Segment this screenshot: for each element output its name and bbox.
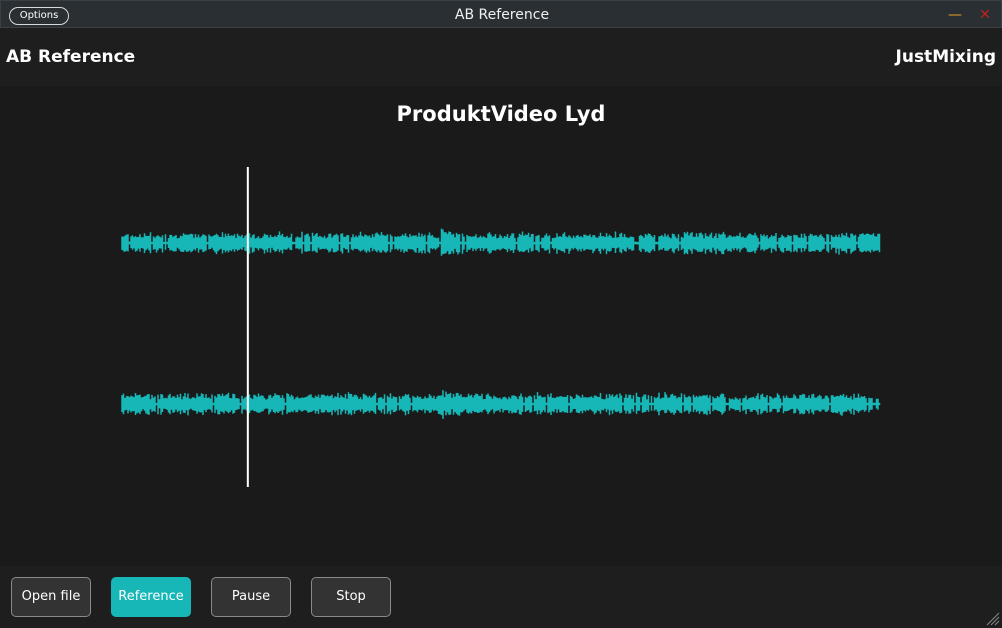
stop-button[interactable]: Stop bbox=[311, 577, 391, 617]
track-title: ProduktVideo Lyd bbox=[396, 102, 606, 126]
waveform-display[interactable] bbox=[0, 86, 1002, 566]
brand-name: JustMixing bbox=[895, 47, 996, 67]
options-button[interactable]: Options bbox=[9, 7, 69, 25]
waveform-panel[interactable]: ProduktVideo Lyd bbox=[0, 86, 1002, 566]
waveform-channel-left bbox=[121, 228, 881, 256]
reference-button[interactable]: Reference bbox=[111, 577, 191, 617]
transport-controls: Open file Reference Pause Stop bbox=[0, 566, 1002, 628]
open-file-button[interactable]: Open file bbox=[11, 577, 91, 617]
app-header: AB Reference JustMixing bbox=[0, 28, 1002, 86]
minimize-icon[interactable]: — bbox=[947, 5, 963, 25]
ch2-envelope bbox=[121, 390, 881, 419]
pause-button[interactable]: Pause bbox=[211, 577, 291, 617]
close-icon[interactable]: ✕ bbox=[977, 5, 993, 25]
app-name: AB Reference bbox=[6, 47, 136, 67]
resize-grip-icon[interactable] bbox=[986, 612, 1000, 626]
ch1-envelope bbox=[121, 228, 881, 256]
title-bar: Options AB Reference — ✕ bbox=[0, 0, 1002, 28]
waveform-channel-right bbox=[121, 390, 881, 419]
window-title: AB Reference bbox=[454, 7, 550, 23]
